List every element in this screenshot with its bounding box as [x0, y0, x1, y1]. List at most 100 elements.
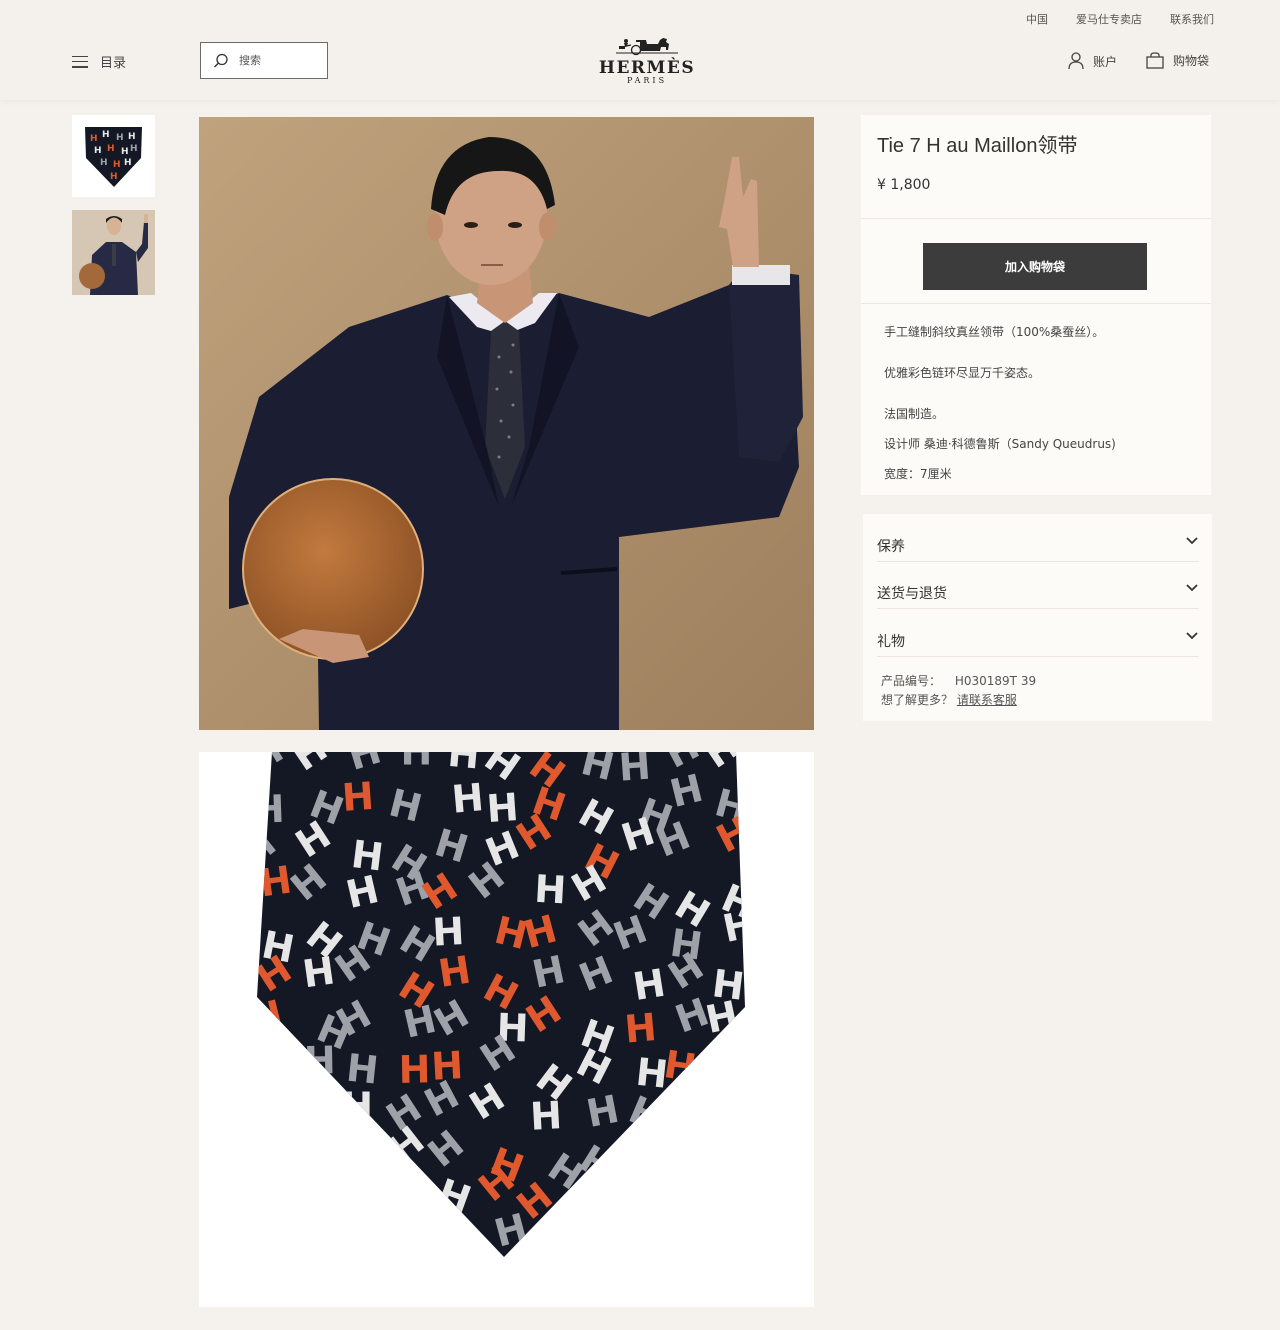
tie-pattern-h: H — [397, 1220, 444, 1273]
product-photo-model — [199, 117, 814, 730]
tie-pattern-h: H — [256, 1170, 289, 1215]
link-stores[interactable]: 爱马仕专卖店 — [1076, 11, 1142, 27]
product-info-panel: Tie 7 H au Maillon领带 ¥ 1,800 加入购物袋 手工缝制斜… — [861, 115, 1211, 495]
accordion-shipping[interactable]: 送货与退货 — [877, 561, 1199, 609]
svg-text:H: H — [110, 172, 118, 182]
tie-pattern-h: H — [625, 1221, 672, 1274]
reference-code: H030189T 39 — [954, 674, 1037, 688]
tie-pattern-h: H — [246, 1201, 296, 1255]
tie-pattern-h: H — [251, 1127, 298, 1180]
tie-pattern-h: H — [665, 1138, 701, 1185]
svg-text:H: H — [128, 132, 136, 142]
tie-pattern-h: H — [304, 1038, 337, 1083]
utility-links: 中国 爱马仕专卖店 联系我们 — [1026, 11, 1214, 27]
menu-button[interactable]: 目录 — [72, 52, 126, 71]
product-price: ¥ 1,800 — [877, 177, 931, 193]
tie-pattern-h: H — [341, 774, 376, 820]
tie-pattern-h: H — [539, 1232, 584, 1284]
tie-pattern-h: H — [707, 1086, 743, 1133]
tie-pattern-h: H — [450, 775, 486, 822]
tie-pattern-h: H — [697, 1124, 748, 1178]
svg-text:H: H — [100, 158, 108, 168]
reference-label: 产品编号： — [881, 674, 942, 688]
accordion-care[interactable]: 保养 — [877, 514, 1199, 562]
tie-pattern-h: H — [304, 1226, 341, 1274]
account-label: 账户 — [1093, 54, 1118, 69]
tie-pattern-h: H — [603, 1165, 654, 1219]
bag-label: 购物袋 — [1173, 54, 1210, 68]
account-button[interactable]: 账户 — [1068, 52, 1117, 70]
hamburger-icon — [72, 55, 88, 68]
tie-pattern-h: H — [277, 1073, 327, 1127]
tie-pattern-h: H — [678, 1227, 720, 1278]
thumbnail-model[interactable] — [72, 210, 155, 295]
tie-pattern-h: H — [326, 1117, 379, 1171]
link-contact[interactable]: 联系我们 — [1170, 11, 1214, 27]
thumbnail-tie[interactable]: HH HH HH HH HH HH — [72, 115, 155, 197]
chevron-down-icon — [1186, 632, 1198, 640]
contact-line: 想了解更多？ 请联系客服 — [881, 691, 1017, 708]
tie-pattern-h: H — [703, 1234, 755, 1288]
product-reference: 产品编号： H030189T 39 — [881, 672, 1036, 689]
svg-text:H: H — [107, 144, 115, 154]
tie-pattern-h: H — [252, 787, 285, 832]
tie-pattern-h: H — [348, 1219, 394, 1272]
tie-pattern-h: H — [396, 1179, 444, 1233]
description-line: 手工缝制斜纹真丝领带（100%桑蚕丝）。 — [884, 325, 1105, 339]
divider — [861, 218, 1211, 219]
product-title: Tie 7 H au Maillon领带 — [877, 135, 1078, 157]
tie-pattern-h: H — [341, 1085, 373, 1129]
description-line: 宽度：7厘米 — [884, 467, 952, 481]
svg-text:H: H — [130, 144, 138, 154]
tie-pattern-h: H — [660, 1179, 703, 1230]
tie-pattern-h: H — [623, 1005, 659, 1052]
tie-pattern-h: H — [265, 1047, 299, 1093]
accordion-gift[interactable]: 礼物 — [877, 609, 1199, 657]
link-region[interactable]: 中国 — [1026, 11, 1048, 27]
search-box[interactable] — [200, 42, 328, 79]
description-line: 优雅彩色链环尽显万千姿态。 — [884, 366, 1041, 380]
tie-pattern-h: H — [630, 961, 668, 1009]
chevron-down-icon — [1186, 537, 1198, 545]
shopping-bag-button[interactable]: 购物袋 — [1146, 52, 1209, 69]
tie-pattern-h: H — [293, 1135, 338, 1187]
tie-pattern-h: H — [712, 1035, 755, 1086]
accordion-label: 送货与退货 — [877, 586, 947, 602]
description-line: 设计师 桑迪·科德鲁斯（Sandy Queudrus) — [884, 437, 1116, 451]
contact-prompt: 想了解更多？ — [881, 693, 954, 707]
tie-pattern-h: H — [333, 1176, 378, 1228]
site-header: 中国 爱马仕专卖店 联系我们 目录 HERMÈS PARIS — [0, 0, 1280, 100]
divider — [861, 303, 1211, 304]
shopping-bag-icon — [1146, 52, 1164, 69]
tie-pattern-h: H — [533, 867, 567, 913]
description-line: 法国制造。 — [884, 407, 945, 421]
accordion-label: 保养 — [877, 539, 905, 555]
hermes-carriage-logo — [616, 38, 678, 56]
tie-pattern-h: H — [529, 1093, 563, 1139]
tie-pattern-h: H — [293, 1186, 332, 1235]
accordion-label: 礼物 — [877, 634, 905, 650]
tie-pattern-h: H — [401, 752, 433, 773]
svg-text:H: H — [90, 134, 98, 144]
tie-pattern-h: H — [724, 1178, 774, 1232]
product-photo-tie: HHHHHHHHHHHHHHHHHHHHHHHHHHHHHHHHHHHHHHHH… — [199, 752, 814, 1307]
chevron-down-icon — [1186, 584, 1198, 592]
svg-text:H: H — [113, 160, 121, 170]
tie-pattern-h: H — [574, 1179, 612, 1227]
tie-pattern-h: H — [674, 1086, 708, 1132]
accordion-panel: 保养 送货与退货 礼物 产品编号： H030189T 39 想了解更多？ 请联系… — [863, 514, 1212, 721]
tie-pattern-h: H — [630, 1127, 668, 1175]
search-input[interactable] — [237, 53, 321, 68]
tie-pattern-h: H — [435, 947, 473, 995]
model-thumbnail-image — [72, 210, 155, 295]
svg-text:H: H — [94, 146, 102, 156]
account-icon — [1068, 52, 1084, 70]
contact-service-link[interactable]: 请联系客服 — [957, 693, 1017, 707]
tie-pattern-h: H — [446, 752, 482, 778]
tie-pattern-h: H — [259, 1084, 301, 1135]
search-icon — [214, 53, 228, 67]
tie-thumbnail-image: HH HH HH HH HH HH — [85, 127, 142, 187]
hermes-logo[interactable]: HERMÈS PARIS — [596, 34, 698, 86]
add-to-bag-button[interactable]: 加入购物袋 — [923, 243, 1147, 290]
tie-pattern-h: H — [617, 752, 652, 790]
